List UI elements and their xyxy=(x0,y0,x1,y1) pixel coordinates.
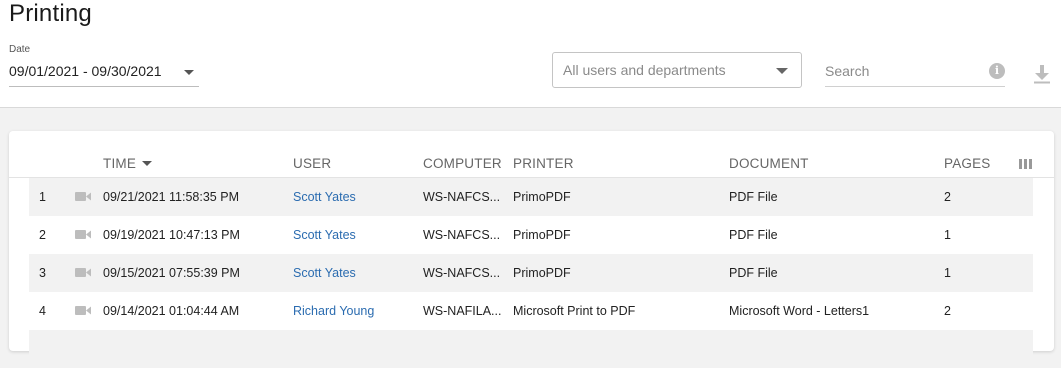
date-range-value: 09/01/2021 - 09/30/2021 xyxy=(9,63,162,79)
page-title: Printing xyxy=(9,0,92,27)
row-pages: 2 xyxy=(944,304,951,318)
column-header-user[interactable]: USER xyxy=(293,156,331,171)
columns-icon[interactable] xyxy=(1019,159,1032,169)
row-time: 09/21/2021 11:58:35 PM xyxy=(103,190,239,204)
chevron-down-icon xyxy=(776,68,788,74)
users-select-placeholder: All users and departments xyxy=(563,62,726,78)
row-index: 4 xyxy=(39,304,46,318)
date-range-picker[interactable]: Date 09/01/2021 - 09/30/2021 xyxy=(9,44,199,87)
video-camera-icon[interactable] xyxy=(75,267,91,278)
users-departments-select[interactable]: All users and departments xyxy=(552,52,802,88)
table-row[interactable]: 3 09/15/2021 07:55:39 PM Scott Yates WS-… xyxy=(29,254,1033,292)
row-pages: 1 xyxy=(944,266,951,280)
table-row[interactable]: 4 09/14/2021 01:04:44 AM Richard Young W… xyxy=(29,292,1033,330)
row-time: 09/19/2021 10:47:13 PM xyxy=(103,228,240,242)
row-user-link[interactable]: Scott Yates xyxy=(293,228,356,242)
row-printer: PrimoPDF xyxy=(513,228,571,242)
row-computer: WS-NAFCS... xyxy=(423,190,501,204)
row-user-link[interactable]: Scott Yates xyxy=(293,190,356,204)
row-computer: WS-NAFCS... xyxy=(423,266,501,280)
row-printer: PrimoPDF xyxy=(513,266,571,280)
column-header-pages[interactable]: PAGES xyxy=(944,156,991,171)
page-header: Printing Date 09/01/2021 - 09/30/2021 Al… xyxy=(0,0,1061,108)
row-user-link[interactable]: Richard Young xyxy=(293,304,374,318)
column-header-printer[interactable]: PRINTER xyxy=(513,156,574,171)
row-time: 09/14/2021 01:04:44 AM xyxy=(103,304,240,318)
row-printer: Microsoft Print to PDF xyxy=(513,304,636,318)
row-document: PDF File xyxy=(729,228,778,242)
row-computer: WS-NAFCS... xyxy=(423,228,501,242)
row-index: 3 xyxy=(39,266,46,280)
column-header-document[interactable]: DOCUMENT xyxy=(729,156,809,171)
row-computer: WS-NAFILA... xyxy=(423,304,502,318)
sort-descending-icon xyxy=(142,161,153,166)
video-camera-icon[interactable] xyxy=(75,191,91,202)
column-header-time[interactable]: TIME xyxy=(103,156,153,171)
row-pages: 1 xyxy=(944,228,951,242)
video-camera-icon[interactable] xyxy=(75,305,91,316)
row-index: 1 xyxy=(39,190,46,204)
search-input[interactable] xyxy=(825,60,975,82)
table-row[interactable]: 1 09/21/2021 11:58:35 PM Scott Yates WS-… xyxy=(29,178,1033,216)
row-user-link[interactable]: Scott Yates xyxy=(293,266,356,280)
row-document: PDF File xyxy=(729,266,778,280)
info-icon[interactable]: i xyxy=(989,63,1005,79)
row-printer: PrimoPDF xyxy=(513,190,571,204)
chevron-down-icon xyxy=(184,70,194,75)
download-icon[interactable] xyxy=(1033,64,1051,84)
table-row-partial xyxy=(29,330,1033,368)
table-row[interactable]: 2 09/19/2021 10:47:13 PM Scott Yates WS-… xyxy=(29,216,1033,254)
column-header-time-label: TIME xyxy=(103,156,137,171)
video-camera-icon[interactable] xyxy=(75,229,91,240)
row-pages: 2 xyxy=(944,190,951,204)
table-header: TIME USER COMPUTER PRINTER DOCUMENT PAGE… xyxy=(9,131,1054,178)
printing-table-card: TIME USER COMPUTER PRINTER DOCUMENT PAGE… xyxy=(9,131,1054,368)
column-header-computer[interactable]: COMPUTER xyxy=(423,156,502,171)
search-box: i xyxy=(825,56,1005,87)
date-label: Date xyxy=(9,44,31,55)
row-index: 2 xyxy=(39,228,46,242)
row-document: PDF File xyxy=(729,190,778,204)
row-document: Microsoft Word - Letters1 xyxy=(729,304,870,318)
row-time: 09/15/2021 07:55:39 PM xyxy=(103,266,240,280)
